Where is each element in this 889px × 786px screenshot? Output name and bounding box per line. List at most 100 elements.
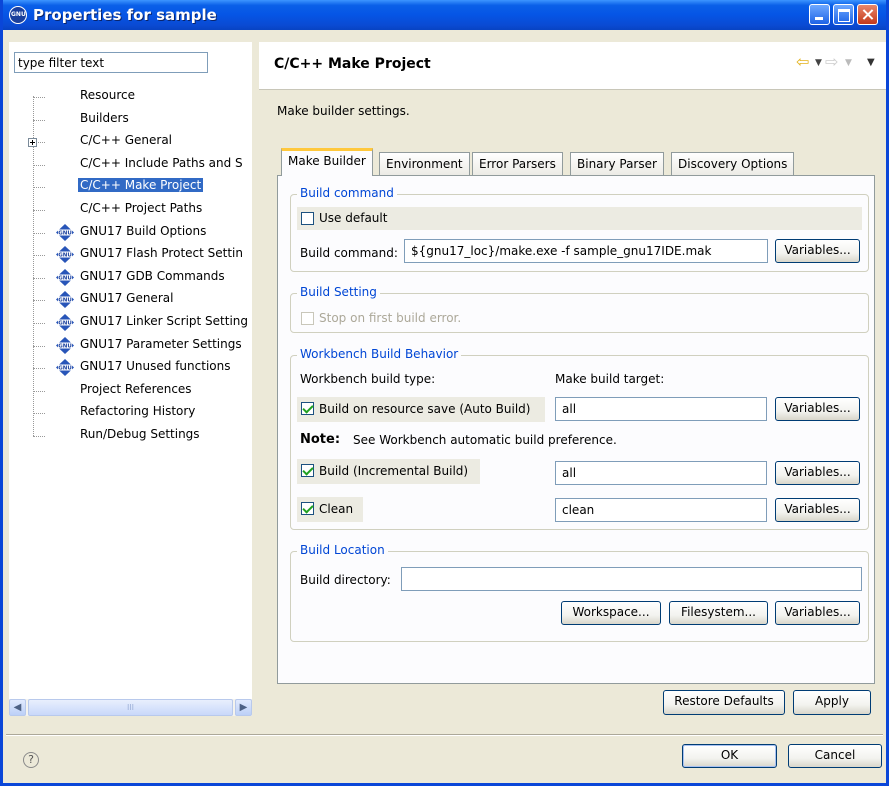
workbench-group-title: Workbench Build Behavior bbox=[297, 347, 462, 361]
tree-item-label: GNU17 GDB Commands bbox=[80, 269, 225, 283]
tree-item-label: GNU17 Build Options bbox=[80, 224, 207, 238]
tree-item[interactable]: GNU GNU17 GDB Commands bbox=[9, 267, 252, 289]
page-description: Make builder settings. bbox=[277, 104, 410, 118]
build-directory-label: Build directory: bbox=[300, 573, 391, 587]
scroll-left-icon[interactable]: ◀ bbox=[9, 699, 26, 716]
tree-item-label: Run/Debug Settings bbox=[80, 427, 200, 441]
gnu-icon: GNU bbox=[56, 291, 74, 308]
use-default-checkbox[interactable] bbox=[301, 212, 314, 225]
svg-text:GNU: GNU bbox=[58, 298, 72, 304]
gnu-app-icon bbox=[9, 6, 27, 24]
scroll-thumb[interactable]: III bbox=[28, 699, 233, 716]
ok-button[interactable]: OK bbox=[682, 744, 777, 768]
build-location-variables-button[interactable]: Variables... bbox=[775, 601, 860, 625]
tree-item[interactable]: C/C++ Project Paths bbox=[9, 199, 252, 221]
tree-item[interactable]: GNU GNU17 Build Options bbox=[9, 222, 252, 244]
auto-build-checkbox[interactable] bbox=[301, 402, 314, 415]
tree-item[interactable]: Run/Debug Settings bbox=[9, 425, 252, 447]
incremental-build-checkbox[interactable] bbox=[301, 464, 314, 477]
build-command-variables-button[interactable]: Variables... bbox=[775, 239, 860, 263]
gnu-icon: GNU bbox=[56, 359, 74, 376]
view-menu-icon[interactable]: ▼ bbox=[867, 57, 875, 68]
clean-target-field[interactable]: clean bbox=[555, 498, 767, 522]
tree-item[interactable]: C/C++ Include Paths and S bbox=[9, 154, 252, 176]
help-icon[interactable]: ? bbox=[23, 752, 39, 768]
svg-text:GNU: GNU bbox=[58, 253, 72, 259]
tree-connector bbox=[33, 120, 45, 121]
tree-connector bbox=[33, 233, 45, 234]
tree-item[interactable]: GNU GNU17 Parameter Settings bbox=[9, 335, 252, 357]
incremental-build-variables-button[interactable]: Variables... bbox=[775, 461, 860, 485]
tree-item-label: Builders bbox=[80, 111, 129, 125]
tree-connector bbox=[33, 255, 45, 256]
maximize-button[interactable] bbox=[833, 4, 854, 25]
tree-item[interactable]: GNU GNU17 Flash Protect Settin bbox=[9, 244, 252, 266]
expand-plus-icon[interactable] bbox=[28, 138, 37, 147]
restore-defaults-button[interactable]: Restore Defaults bbox=[663, 690, 785, 715]
incremental-build-target-field[interactable]: all bbox=[555, 461, 767, 485]
tree-connector bbox=[33, 391, 45, 392]
tab-make-builder[interactable]: Make Builder bbox=[281, 148, 373, 176]
tree-item-label: GNU17 Parameter Settings bbox=[80, 337, 242, 351]
tree-connector bbox=[33, 413, 45, 414]
back-dropdown-icon[interactable]: ▼ bbox=[815, 58, 822, 68]
tab-environment[interactable]: Environment bbox=[379, 152, 470, 175]
tree-item[interactable]: GNU GNU17 General bbox=[9, 289, 252, 311]
cancel-button[interactable]: Cancel bbox=[788, 744, 882, 768]
pane-divider[interactable] bbox=[255, 42, 258, 716]
tree-item-label: Refactoring History bbox=[80, 404, 196, 418]
svg-text:GNU: GNU bbox=[58, 276, 72, 282]
build-directory-field[interactable] bbox=[401, 567, 862, 591]
title-bar[interactable]: Properties for sample bbox=[3, 0, 886, 30]
clean-checkbox[interactable] bbox=[301, 502, 314, 515]
close-button[interactable] bbox=[857, 4, 878, 25]
scroll-right-icon[interactable]: ▶ bbox=[235, 699, 252, 716]
workspace-button[interactable]: Workspace... bbox=[561, 601, 661, 625]
tree-horizontal-scrollbar[interactable]: ◀ III ▶ bbox=[9, 699, 252, 716]
tree-item-label: C/C++ Project Paths bbox=[80, 201, 203, 215]
tree-item[interactable]: GNU GNU17 Unused functions bbox=[9, 357, 252, 379]
tree-item[interactable]: C/C++ Make Project bbox=[9, 176, 252, 198]
forward-dropdown-icon[interactable]: ▼ bbox=[845, 58, 852, 68]
build-location-group bbox=[290, 551, 869, 642]
gnu-icon: GNU bbox=[56, 224, 74, 241]
tree-item-label: GNU17 Linker Script Setting bbox=[80, 314, 249, 328]
auto-build-target-field[interactable]: all bbox=[555, 397, 767, 421]
svg-text:GNU: GNU bbox=[58, 366, 72, 372]
filter-input[interactable] bbox=[14, 52, 208, 73]
minimize-button[interactable] bbox=[809, 4, 830, 25]
tree-item[interactable]: Resource bbox=[9, 86, 252, 108]
build-command-field[interactable]: ${gnu17_loc}/make.exe -f sample_gnu17IDE… bbox=[404, 239, 768, 263]
tab-error-parsers[interactable]: Error Parsers bbox=[472, 152, 563, 175]
tree-item[interactable]: Project References bbox=[9, 380, 252, 402]
tree-item[interactable]: C/C++ General bbox=[9, 131, 252, 153]
use-default-label: Use default bbox=[319, 211, 388, 225]
apply-button[interactable]: Apply bbox=[793, 690, 871, 715]
tree-connector bbox=[33, 210, 45, 211]
tree-item[interactable]: Refactoring History bbox=[9, 402, 252, 424]
window-title: Properties for sample bbox=[33, 6, 217, 24]
tree-connector bbox=[33, 187, 45, 188]
build-type-label: Workbench build type: bbox=[300, 372, 436, 386]
stop-on-error-checkbox[interactable] bbox=[301, 312, 314, 325]
gnu-icon: GNU bbox=[56, 337, 74, 354]
tab-discovery-options[interactable]: Discovery Options bbox=[671, 152, 795, 175]
tree-connector bbox=[33, 436, 45, 437]
tree-item-label: C/C++ Make Project bbox=[78, 178, 204, 192]
tree-item[interactable]: Builders bbox=[9, 109, 252, 131]
auto-build-label: Build on resource save (Auto Build) bbox=[319, 402, 531, 416]
clean-variables-button[interactable]: Variables... bbox=[775, 498, 860, 522]
forward-arrow-icon[interactable]: ⇨ bbox=[825, 52, 838, 71]
tree-item[interactable]: GNU GNU17 Linker Script Setting bbox=[9, 312, 252, 334]
gnu-icon: GNU bbox=[56, 269, 74, 286]
auto-build-variables-button[interactable]: Variables... bbox=[775, 397, 860, 421]
build-command-label: Build command: bbox=[300, 246, 398, 260]
filesystem-button[interactable]: Filesystem... bbox=[669, 601, 768, 625]
stop-on-error-label: Stop on first build error. bbox=[319, 311, 462, 325]
tab-binary-parser[interactable]: Binary Parser bbox=[570, 152, 664, 175]
back-arrow-icon[interactable]: ⇦ bbox=[796, 52, 809, 71]
tree-connector bbox=[33, 323, 45, 324]
build-command-group-title: Build command bbox=[297, 186, 397, 200]
gnu-icon: GNU bbox=[56, 314, 74, 331]
tree-connector bbox=[33, 300, 45, 301]
